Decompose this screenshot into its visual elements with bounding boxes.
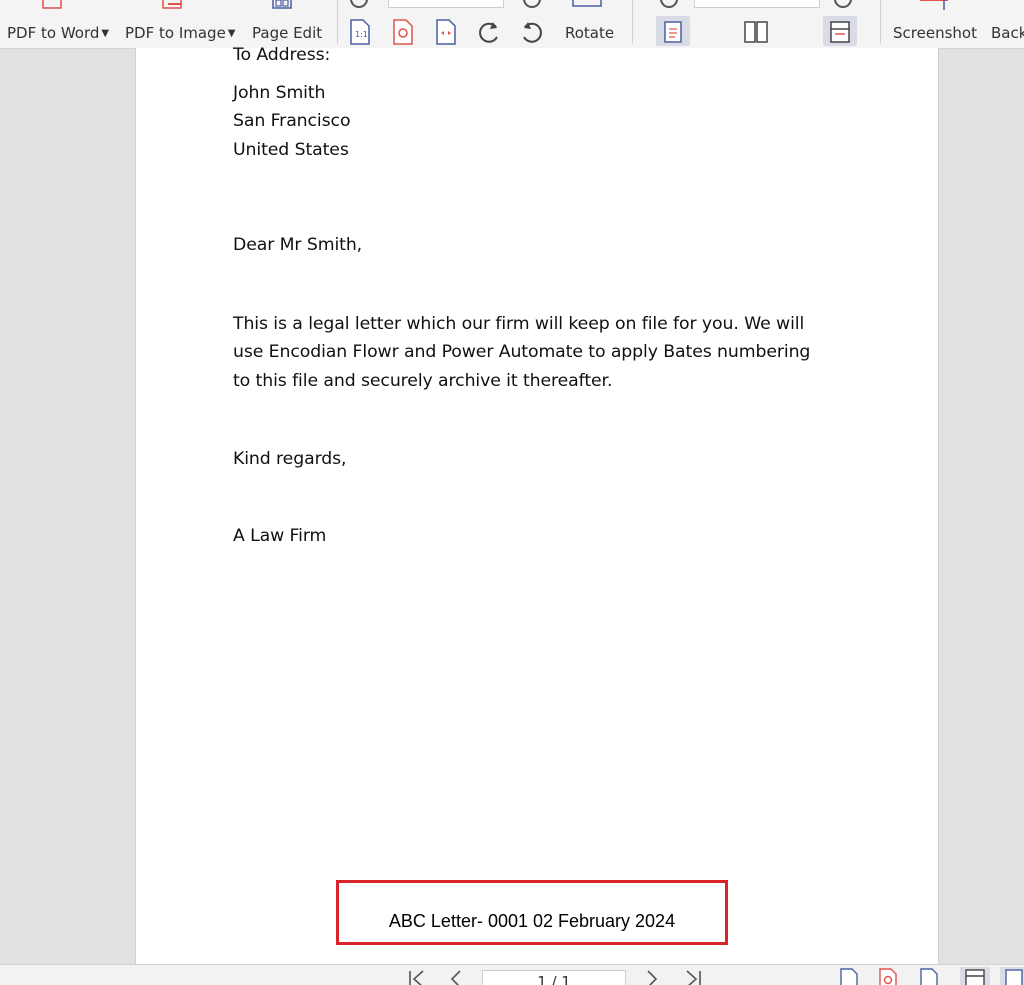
first-page-icon[interactable] (406, 969, 428, 985)
body-line: This is a legal letter which our firm wi… (233, 314, 805, 334)
closing: Kind regards, (233, 449, 347, 469)
page-edit-button[interactable]: Page Edit (252, 24, 322, 42)
svg-text:1:1: 1:1 (355, 30, 368, 39)
rotate-left-icon[interactable] (476, 19, 502, 45)
dropdown-caret-icon: ▼ (101, 28, 110, 39)
pdf-to-image-button[interactable]: PDF to Image ▼ (125, 24, 236, 42)
continuous-view-icon[interactable] (828, 20, 852, 44)
rotate-button[interactable]: Rotate (565, 24, 614, 42)
previous-view-icon[interactable] (660, 0, 678, 8)
next-page-icon[interactable] (644, 969, 660, 985)
actual-size-icon[interactable]: 1:1 (348, 19, 372, 45)
body-line: to this file and securely archive it the… (233, 371, 613, 391)
pdf-to-image-icon[interactable] (160, 0, 190, 14)
greeting: Dear Mr Smith, (233, 235, 363, 255)
page-edit-icon[interactable] (270, 0, 300, 14)
fit-width-icon[interactable] (434, 19, 458, 45)
continuous-view-icon[interactable] (964, 968, 986, 985)
page-layout-input[interactable] (694, 0, 820, 8)
actual-size-icon[interactable] (838, 968, 860, 985)
address-line: John Smith (233, 83, 326, 103)
rotate-right-icon[interactable] (519, 19, 545, 45)
pdf-to-word-button[interactable]: PDF to Word ▼ (7, 24, 109, 42)
back-button[interactable]: Back (991, 24, 1024, 42)
previous-page-icon[interactable] (448, 969, 464, 985)
rotate-page-icon (572, 0, 602, 7)
zoom-in-icon[interactable] (523, 0, 541, 8)
to-address-label: To Address: (233, 45, 331, 65)
pdf-to-word-label: PDF to Word (7, 24, 100, 42)
signature: A Law Firm (233, 526, 327, 546)
toolbar-separator (632, 0, 633, 44)
screenshot-button[interactable]: Screenshot (893, 24, 977, 42)
fit-width-icon[interactable] (918, 968, 940, 985)
pdf-to-word-icon[interactable] (40, 0, 70, 14)
screenshot-icon[interactable] (918, 0, 952, 12)
single-page-view-icon[interactable] (1004, 968, 1024, 985)
two-page-view-icon[interactable] (743, 20, 769, 44)
zoom-out-icon[interactable] (350, 0, 368, 8)
document-page: To Address: John Smith San Francisco Uni… (135, 45, 939, 964)
zoom-input[interactable] (388, 0, 504, 8)
bates-footer-highlight: ABC Letter- 0001 02 February 2024 (336, 880, 728, 945)
bottom-navigation-bar: 1 / 1 (0, 964, 1024, 985)
bates-footer-text: ABC Letter- 0001 02 February 2024 (388, 911, 676, 931)
address-line: United States (233, 140, 349, 160)
fit-page-icon[interactable] (877, 968, 899, 985)
pdf-to-image-label: PDF to Image (125, 24, 226, 42)
address-line: San Francisco (233, 111, 351, 131)
single-page-view-icon[interactable] (661, 20, 685, 44)
toolbar: PDF to Word ▼ PDF to Image ▼ Page Edit 1:1 (0, 0, 1024, 49)
toolbar-separator (337, 0, 338, 44)
body-line: use Encodian Flowr and Power Automate to… (233, 342, 811, 362)
dropdown-caret-icon: ▼ (227, 28, 236, 39)
page-number-input[interactable]: 1 / 1 (482, 970, 626, 985)
next-view-icon[interactable] (834, 0, 852, 8)
last-page-icon[interactable] (682, 969, 704, 985)
fit-page-icon[interactable] (391, 19, 415, 45)
toolbar-separator (880, 0, 881, 44)
